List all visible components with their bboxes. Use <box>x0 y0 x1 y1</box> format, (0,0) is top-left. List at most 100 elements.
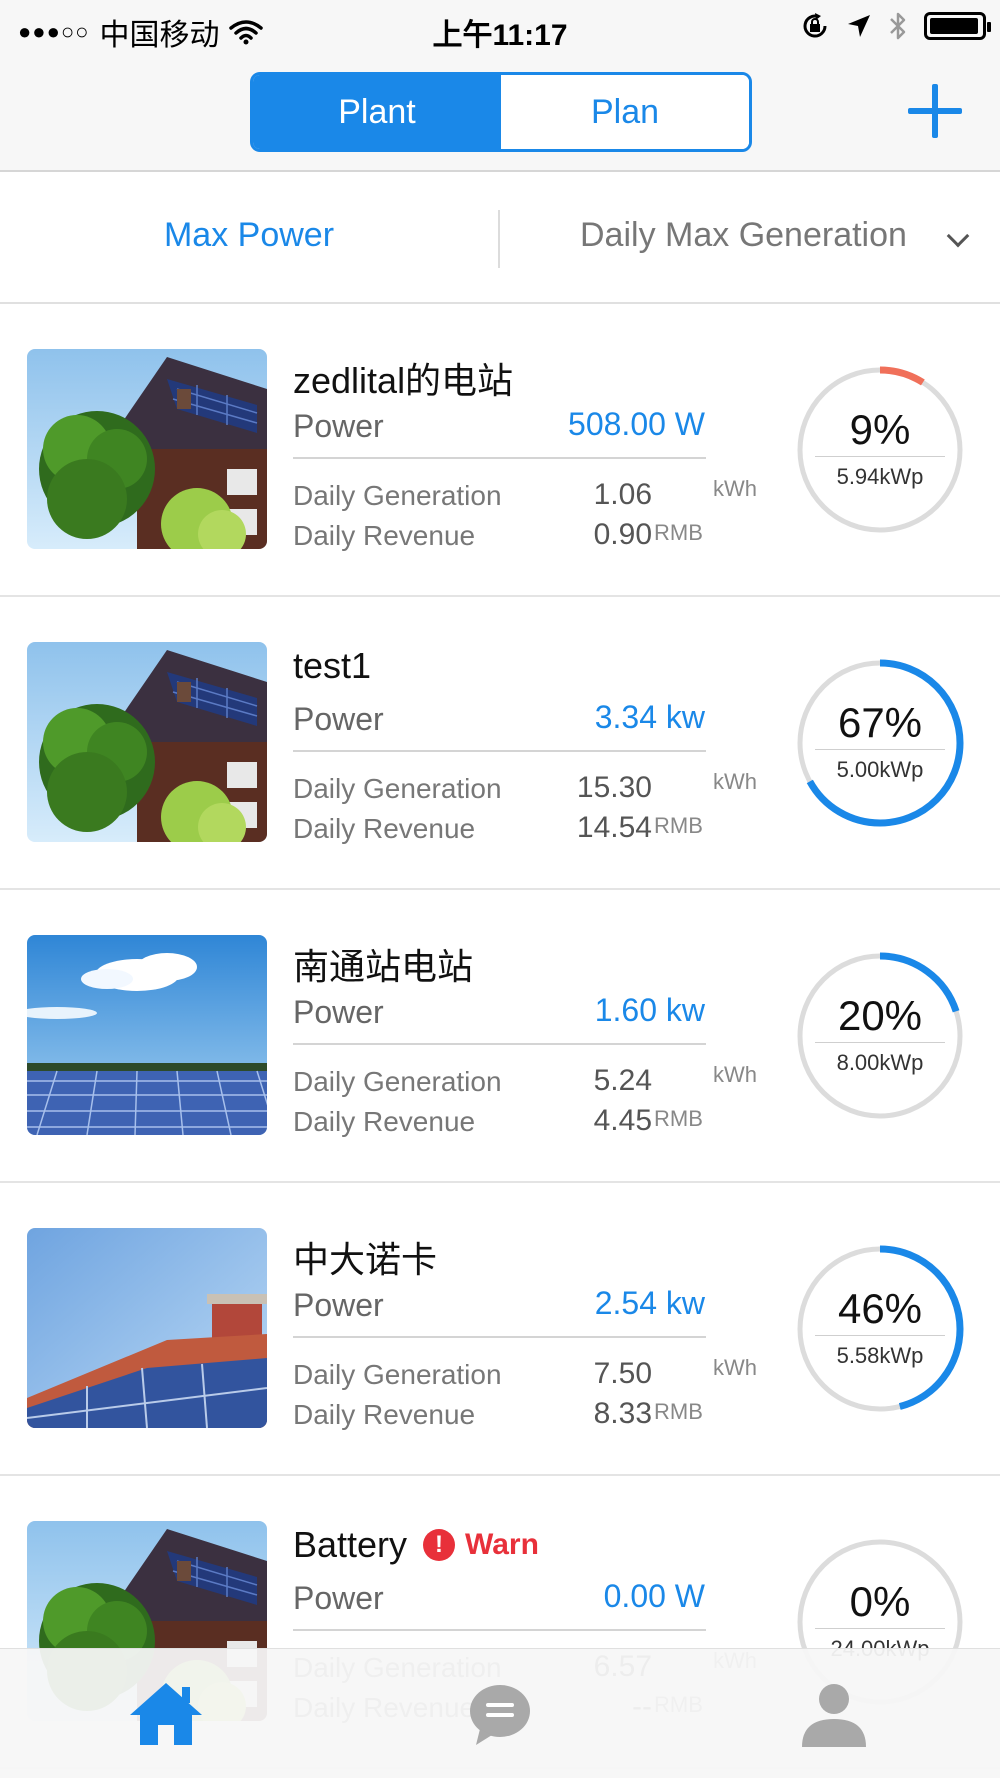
power-label: Power <box>293 408 384 444</box>
plant-thumbnail <box>27 935 267 1135</box>
message-icon <box>470 1685 530 1745</box>
daily-generation-label: Daily Generation <box>293 480 502 511</box>
plant-name: zedlital的电站 <box>293 360 514 401</box>
gauge-divider <box>815 1628 945 1629</box>
daily-revenue-value: 0.90 <box>593 518 652 551</box>
plant-photo-roof <box>27 1228 267 1428</box>
gauge-divider <box>815 1335 945 1336</box>
daily-generation-value: 7.50 <box>593 1357 652 1390</box>
plant-name-row: zedlital的电站 <box>293 352 513 404</box>
sort-divider <box>498 210 500 268</box>
power-value: 3.34 kw <box>594 699 705 735</box>
gauge-divider <box>815 749 945 750</box>
chevron-down-icon[interactable] <box>946 224 970 248</box>
plant-photo-field <box>27 935 267 1135</box>
power-label: Power <box>293 994 384 1030</box>
daily-revenue-unit: RMB <box>654 1399 703 1424</box>
warn-badge: ! Warn <box>423 1528 539 1562</box>
daily-generation-label: Daily Generation <box>293 1066 502 1097</box>
daily-generation-unit: kWh <box>713 1062 757 1087</box>
daily-generation-value: 1.06 <box>593 478 652 511</box>
power-value: 0.00 W <box>603 1578 705 1614</box>
row-divider <box>293 1336 706 1338</box>
plant-row[interactable]: zedlital的电站 Power 508.00 W Daily Generat… <box>0 304 1000 597</box>
tab-messages[interactable] <box>460 1679 540 1749</box>
power-label: Power <box>293 1580 384 1616</box>
daily-revenue-unit: RMB <box>654 813 703 838</box>
daily-generation-unit: kWh <box>713 1355 757 1380</box>
tab-home[interactable] <box>126 1679 206 1749</box>
power-label: Power <box>293 701 384 737</box>
bluetooth-icon <box>890 12 906 40</box>
power-value: 508.00 W <box>568 406 705 442</box>
tab-profile[interactable] <box>794 1679 874 1749</box>
location-icon <box>848 15 870 37</box>
alert-icon: ! <box>423 1529 456 1561</box>
row-divider <box>293 457 706 459</box>
gauge-divider <box>815 1042 945 1043</box>
plant-row[interactable]: test1 Power 3.34 kw Daily Generation 15.… <box>0 597 1000 890</box>
plant-name: 中大诺卡 <box>293 1239 438 1280</box>
navigation-bar: Plant Plan <box>0 52 1000 172</box>
status-bar: ●●●○○ 中国移动 上午11:17 <box>0 0 1000 52</box>
gauge-percent: 67% <box>837 699 923 746</box>
row-divider <box>293 750 706 752</box>
sort-daily-max-generation[interactable]: Daily Max Generation <box>580 216 907 255</box>
gauge-capacity: 8.00kWp <box>836 1050 924 1075</box>
plant-list: zedlital的电站 Power 508.00 W Daily Generat… <box>0 304 1000 1769</box>
daily-generation-unit: kWh <box>713 476 757 501</box>
daily-generation-label: Daily Generation <box>293 773 502 804</box>
sort-max-power[interactable]: Max Power <box>0 216 498 255</box>
tab-plan[interactable]: Plan <box>501 75 749 149</box>
add-plant-button[interactable] <box>906 82 964 140</box>
plant-thumbnail <box>27 642 267 842</box>
daily-generation-value: 15.30 <box>576 771 652 804</box>
plant-name: 南通站电站 <box>293 946 474 987</box>
sort-bar: Max Power Daily Max Generation <box>0 172 1000 304</box>
gauge-percent: 46% <box>837 1285 923 1332</box>
plant-photo-house <box>27 349 267 549</box>
plant-thumbnail <box>27 349 267 549</box>
gauge-capacity: 5.00kWp <box>836 757 924 782</box>
daily-generation-unit: kWh <box>713 769 757 794</box>
plant-name-row: Battery ! Warn <box>293 1524 539 1566</box>
power-value: 2.54 kw <box>594 1285 705 1321</box>
power-value: 1.60 kw <box>594 992 705 1028</box>
daily-revenue-value: 14.54 <box>576 811 652 844</box>
status-right <box>800 10 991 42</box>
battery-icon <box>924 12 991 40</box>
daily-revenue-value: 8.33 <box>593 1397 652 1430</box>
gauge-percent: 0% <box>849 1578 911 1625</box>
home-icon <box>130 1683 202 1745</box>
rotation-lock-icon <box>803 13 827 38</box>
plant-name-row: 中大诺卡 <box>293 1231 437 1283</box>
row-divider <box>293 1629 706 1631</box>
plant-row[interactable]: 南通站电站 Power 1.60 kw Daily Generation 5.2… <box>0 890 1000 1183</box>
daily-revenue-unit: RMB <box>654 1106 703 1131</box>
segmented-control: Plant Plan <box>250 72 752 152</box>
gauge-percent: 20% <box>837 992 923 1039</box>
daily-generation-value: 5.24 <box>593 1064 652 1097</box>
warn-label: Warn <box>465 1528 539 1561</box>
user-icon <box>802 1684 866 1747</box>
power-label: Power <box>293 1287 384 1323</box>
daily-generation-label: Daily Generation <box>293 1359 502 1390</box>
daily-revenue-label: Daily Revenue <box>293 1399 476 1430</box>
plant-name: test1 <box>293 645 372 686</box>
daily-revenue-label: Daily Revenue <box>293 1106 476 1137</box>
daily-revenue-label: Daily Revenue <box>293 520 476 551</box>
plant-name-row: 南通站电站 <box>293 938 473 990</box>
row-divider <box>293 1043 706 1045</box>
plant-photo-house <box>27 642 267 842</box>
gauge-capacity: 5.58kWp <box>836 1343 924 1368</box>
plant-name: Battery <box>293 1524 408 1565</box>
daily-revenue-label: Daily Revenue <box>293 813 476 844</box>
gauge-percent: 9% <box>849 406 911 453</box>
daily-revenue-unit: RMB <box>654 520 703 545</box>
plant-row[interactable]: 中大诺卡 Power 2.54 kw Daily Generation 7.50… <box>0 1183 1000 1476</box>
daily-revenue-value: 4.45 <box>593 1104 652 1137</box>
gauge-divider <box>815 456 945 457</box>
plant-thumbnail <box>27 1228 267 1428</box>
tab-plant[interactable]: Plant <box>253 75 501 149</box>
tab-bar <box>0 1648 1000 1778</box>
